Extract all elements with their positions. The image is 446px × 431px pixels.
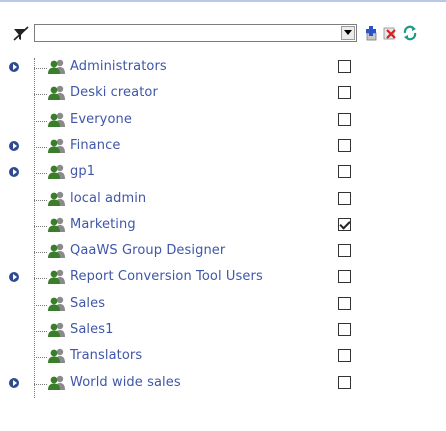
group-name[interactable]: Report Conversion Tool Users	[70, 269, 263, 284]
group-checkbox[interactable]	[338, 112, 351, 126]
expand-arrow-icon[interactable]	[9, 62, 19, 72]
tree-branch-connector	[34, 304, 47, 306]
remove-group-icon[interactable]	[382, 25, 398, 41]
group-name[interactable]: World wide sales	[70, 375, 181, 390]
user-group-icon	[48, 112, 66, 128]
add-group-icon[interactable]	[363, 25, 379, 41]
tree-branch-connector	[34, 383, 47, 385]
user-group-icon	[48, 243, 66, 259]
tree-branch-connector	[34, 146, 47, 148]
tree-row[interactable]: Translators	[0, 343, 446, 369]
tree-row[interactable]: Deski creator	[0, 80, 446, 106]
tree-row[interactable]: local admin	[0, 186, 446, 212]
group-name[interactable]: Finance	[70, 138, 120, 153]
user-group-icon	[48, 375, 66, 391]
expand-arrow-icon[interactable]	[9, 377, 19, 388]
tree-branch-connector	[34, 252, 47, 254]
dropdown-button[interactable]	[341, 26, 355, 40]
toolbar	[8, 24, 438, 44]
tree-branch-connector	[34, 331, 47, 332]
group-checkbox[interactable]	[338, 138, 351, 152]
group-name[interactable]: Sales1	[70, 322, 113, 337]
tree-row[interactable]: Sales	[0, 291, 446, 317]
user-group-icon	[48, 59, 66, 75]
tree-row[interactable]: World wide sales	[0, 370, 446, 396]
group-checkbox[interactable]	[338, 323, 351, 336]
group-checkbox[interactable]	[338, 296, 351, 310]
group-checkbox[interactable]	[338, 191, 351, 205]
expand-arrow-icon[interactable]	[9, 140, 19, 151]
tree-row[interactable]: Everyone	[0, 107, 446, 133]
tree-row[interactable]: Finance	[0, 133, 446, 159]
tree-branch-connector	[34, 120, 47, 122]
filter-combobox	[34, 24, 357, 42]
tree-branch-connector	[34, 68, 47, 69]
user-group-icon	[48, 164, 66, 180]
user-group-icon	[48, 191, 66, 207]
group-name[interactable]: Translators	[70, 348, 142, 363]
group-name[interactable]: local admin	[70, 191, 146, 206]
group-checkbox[interactable]	[338, 270, 351, 284]
tree-row[interactable]: Sales1	[0, 317, 446, 343]
user-group-icon	[48, 138, 66, 154]
group-name[interactable]: Sales	[70, 296, 105, 311]
group-checkbox[interactable]	[338, 349, 351, 363]
group-name[interactable]: Deski creator	[70, 85, 158, 100]
top-divider	[0, 0, 446, 2]
group-name[interactable]: Everyone	[70, 112, 132, 127]
group-checkbox[interactable]	[338, 244, 351, 258]
tree-row[interactable]: Administrators	[0, 54, 446, 80]
tree-branch-connector	[34, 199, 47, 201]
tree-branch-connector	[34, 225, 47, 227]
group-checkbox[interactable]	[338, 217, 351, 231]
tree-row[interactable]: QaaWS Group Designer	[0, 238, 446, 264]
refresh-icon[interactable]	[402, 25, 418, 41]
user-group-icon	[48, 269, 66, 285]
group-name[interactable]: Marketing	[70, 217, 136, 232]
chevron-down-icon	[344, 30, 352, 35]
tree-row[interactable]: Marketing	[0, 212, 446, 238]
expand-arrow-icon[interactable]	[9, 167, 19, 178]
group-checkbox[interactable]	[338, 60, 351, 73]
tree-row[interactable]: gp1	[0, 159, 446, 185]
filter-input[interactable]	[37, 26, 337, 40]
tree-branch-connector	[34, 173, 47, 175]
user-group-icon	[48, 322, 66, 338]
tree-branch-connector	[34, 278, 47, 280]
tree-branch-connector	[34, 94, 47, 96]
group-checkbox[interactable]	[338, 375, 351, 389]
group-checkbox[interactable]	[338, 165, 351, 179]
user-group-icon	[48, 296, 66, 312]
expand-arrow-icon[interactable]	[9, 272, 19, 283]
user-group-icon	[48, 217, 66, 233]
funnel-clear-icon[interactable]	[12, 25, 30, 43]
group-name[interactable]: gp1	[70, 164, 95, 179]
group-checkbox[interactable]	[338, 86, 351, 100]
group-name[interactable]: QaaWS Group Designer	[70, 243, 225, 258]
tree-branch-connector	[34, 357, 47, 359]
tree-row[interactable]: Report Conversion Tool Users	[0, 264, 446, 290]
group-name[interactable]: Administrators	[70, 59, 167, 74]
user-group-icon	[48, 85, 66, 101]
user-group-icon	[48, 348, 66, 364]
